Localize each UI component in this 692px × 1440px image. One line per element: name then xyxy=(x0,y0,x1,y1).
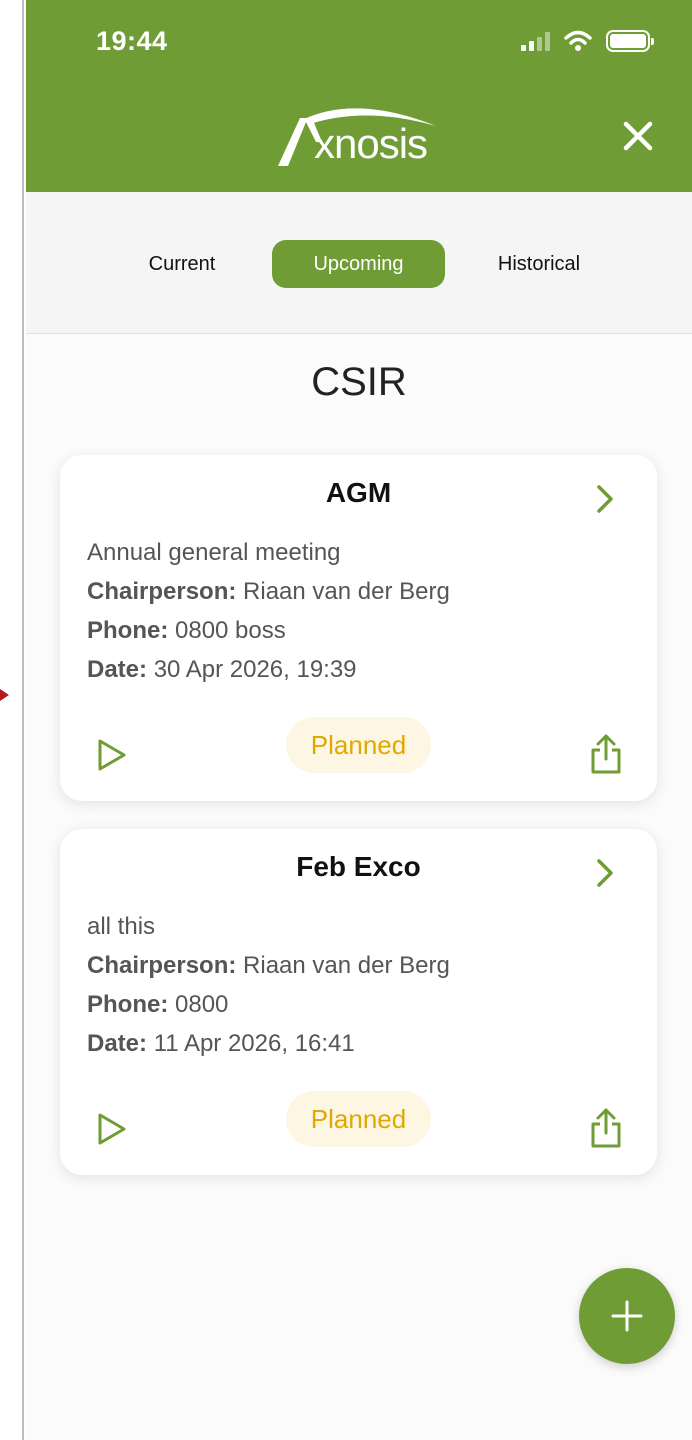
wifi-icon xyxy=(564,30,592,51)
share-icon[interactable] xyxy=(589,1107,623,1149)
cellular-signal-icon xyxy=(521,31,550,51)
status-badge: Planned xyxy=(286,1091,431,1147)
share-icon[interactable] xyxy=(589,733,623,775)
meeting-description: Annual general meeting xyxy=(87,539,341,566)
status-icons xyxy=(521,30,654,52)
date-label: Date: xyxy=(87,1030,148,1057)
add-meeting-button[interactable] xyxy=(579,1268,675,1364)
segmented-tabs: Current Upcoming Historical xyxy=(26,192,692,334)
phone-value: 0800 boss xyxy=(175,617,286,644)
axnosis-logo: xnosis xyxy=(276,102,446,172)
status-time: 19:44 xyxy=(96,26,168,56)
close-button[interactable] xyxy=(612,110,664,162)
phone-value: 0800 xyxy=(175,991,229,1018)
date-value: 30 Apr 2026, 19:39 xyxy=(153,656,357,683)
chairperson-value: Riaan van der Berg xyxy=(243,578,450,605)
logo-text: xnosis xyxy=(314,120,428,167)
chairperson-value: Riaan van der Berg xyxy=(243,952,450,979)
battery-icon xyxy=(606,30,654,52)
tab-current[interactable]: Current xyxy=(122,240,242,288)
close-icon xyxy=(623,121,653,151)
left-window-edge xyxy=(0,0,24,1440)
phone-label: Phone: xyxy=(87,991,169,1018)
meeting-chairperson: Chairperson: Riaan van der Berg xyxy=(87,578,450,606)
play-icon[interactable] xyxy=(94,1111,130,1147)
plus-icon xyxy=(611,1300,643,1332)
status-badge: Planned xyxy=(286,717,431,773)
meeting-description: all this xyxy=(87,913,156,940)
meeting-title: AGM xyxy=(325,477,392,508)
meeting-phone: Phone: 0800 boss xyxy=(87,617,286,645)
date-value: 11 Apr 2026, 16:41 xyxy=(153,1030,355,1057)
date-label: Date: xyxy=(87,656,148,683)
chevron-right-icon[interactable] xyxy=(593,857,617,889)
chairperson-label: Chairperson: xyxy=(87,578,237,605)
meeting-date: Date: 11 Apr 2026, 16:41 xyxy=(87,1030,355,1058)
phone-label: Phone: xyxy=(87,617,169,644)
meeting-chairperson: Chairperson: Riaan van der Berg xyxy=(87,952,450,980)
pointer-arrow-icon xyxy=(0,689,9,701)
chairperson-label: Chairperson: xyxy=(87,952,237,979)
tab-historical[interactable]: Historical xyxy=(478,240,600,288)
meeting-card[interactable]: AGM Annual general meeting Chairperson: … xyxy=(60,455,657,801)
tab-upcoming[interactable]: Upcoming xyxy=(272,240,445,288)
chevron-right-icon[interactable] xyxy=(593,483,617,515)
app-header: 19:44 xnosis xyxy=(26,0,692,192)
page-title: CSIR xyxy=(311,360,407,404)
play-icon[interactable] xyxy=(94,737,130,773)
meeting-phone: Phone: 0800 xyxy=(87,991,228,1019)
app-screen: 19:44 xnosis Current Upcoming Historical… xyxy=(26,0,692,1440)
meeting-date: Date: 30 Apr 2026, 19:39 xyxy=(87,656,357,684)
meeting-title: Feb Exco xyxy=(296,851,421,882)
meeting-card[interactable]: Feb Exco all this Chairperson: Riaan van… xyxy=(60,829,657,1175)
